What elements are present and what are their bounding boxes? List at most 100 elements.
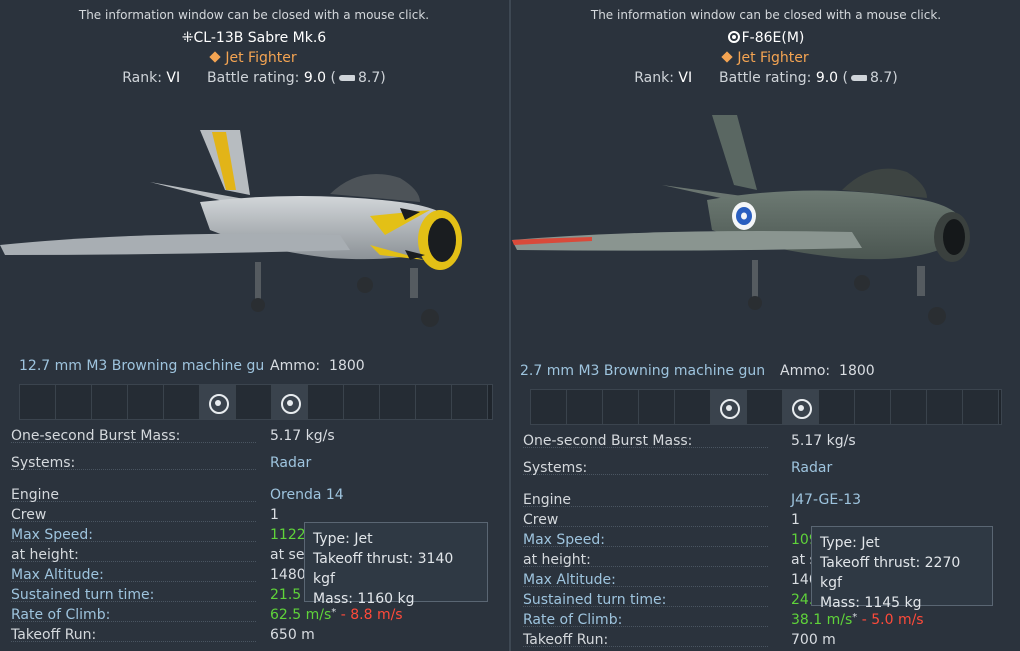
rank-value: VI	[166, 70, 181, 86]
weapon-slot[interactable]	[20, 385, 56, 419]
weapon-slot[interactable]	[747, 390, 783, 424]
close-hint: The information window can be closed wit…	[590, 8, 942, 22]
climb-value: 62.5 m/s	[270, 607, 332, 623]
battle-rating-value: 9.0	[303, 70, 327, 86]
tooltip-mass: Mass: 1145 kg	[820, 595, 922, 611]
aircraft-image	[512, 92, 970, 325]
diamond-icon	[209, 51, 222, 63]
weapon-slot[interactable]	[675, 390, 711, 424]
weapon-name[interactable]: 2.7 mm M3 Browning machine gun	[520, 363, 764, 379]
stat-label: Sustained turn time:	[11, 587, 155, 603]
tooltip-thrust: Takeoff thrust: 3140 kgf	[313, 551, 454, 587]
rank-line: Rank: VI Battle rating: 9.0 (8.7)	[634, 70, 898, 86]
stat-row-engine: Engine J47-GE-13	[523, 492, 1013, 512]
weapon-slot[interactable]	[963, 390, 999, 424]
battle-rating-label: Battle rating:	[207, 70, 300, 86]
tooltip-type: Type: Jet	[820, 535, 880, 551]
tooltip-thrust: Takeoff thrust: 2270 kgf	[820, 555, 961, 591]
stat-label: at height:	[523, 552, 591, 568]
stat-label: Rate of Climb:	[11, 607, 111, 623]
stat-value: 21.5	[270, 587, 302, 603]
weapon-slot[interactable]	[531, 390, 567, 424]
gun-slot-icon[interactable]	[783, 390, 819, 424]
stat-label: at height:	[11, 547, 79, 563]
gun-slot-icon[interactable]	[711, 390, 747, 424]
stat-label: Takeoff Run:	[523, 632, 609, 648]
stat-row-climb: Rate of Climb: 62.5 m/s* - 8.8 m/s	[11, 607, 501, 627]
engine-link[interactable]: Orenda 14	[270, 487, 344, 503]
rank-value: VI	[678, 70, 693, 86]
battle-rating-alt: 8.7	[870, 70, 893, 86]
vehicle-info-panel-right[interactable]: The information window can be closed wit…	[512, 0, 1020, 651]
rank-line: Rank: VI Battle rating: 9.0 (8.7)	[122, 70, 386, 86]
stat-label: Crew	[523, 512, 559, 528]
gun-slot-icon[interactable]	[200, 385, 236, 419]
stat-label: One-second Burst Mass:	[523, 433, 693, 449]
weapon-slot[interactable]	[819, 390, 855, 424]
stat-label: Engine	[523, 492, 571, 508]
stat-row-systems: Systems: Radar	[11, 455, 501, 475]
stat-row-takeoff: Takeoff Run: 700 m	[523, 632, 1013, 651]
vehicle-class: Jet Fighter	[512, 50, 1020, 66]
weapon-slot[interactable]	[308, 385, 344, 419]
weapon-slot[interactable]	[855, 390, 891, 424]
weapon-slot[interactable]	[236, 385, 272, 419]
weapon-slot[interactable]	[927, 390, 963, 424]
ammo-value: 1800	[839, 363, 875, 379]
stat-label: Crew	[11, 507, 47, 523]
engine-tooltip: Type: Jet Takeoff thrust: 3140 kgf Mass:…	[304, 522, 488, 607]
weapon-slot[interactable]	[344, 385, 380, 419]
stat-label: Sustained turn time:	[523, 592, 667, 608]
weapon-slot[interactable]	[452, 385, 488, 419]
rank-label: Rank:	[122, 70, 162, 86]
ammo-label: Ammo:	[780, 363, 831, 379]
stat-value: 1122	[270, 527, 306, 543]
stat-row-burst: One-second Burst Mass: 5.17 kg/s	[523, 433, 1013, 453]
weapon-slot[interactable]	[380, 385, 416, 419]
ammo-label: Ammo:	[270, 358, 321, 374]
tooltip-mass: Mass: 1160 kg	[313, 591, 415, 607]
stat-value: 5.17 kg/s	[270, 428, 335, 444]
plane-icon	[339, 75, 355, 81]
vehicle-class-label: Jet Fighter	[225, 50, 297, 66]
diamond-icon	[721, 51, 734, 63]
stat-value: 1480	[270, 567, 306, 583]
weapon-slot[interactable]	[891, 390, 927, 424]
stat-label: Systems:	[11, 455, 76, 471]
tooltip-type: Type: Jet	[313, 531, 373, 547]
weapon-slot[interactable]	[639, 390, 675, 424]
engine-link[interactable]: J47-GE-13	[791, 492, 861, 508]
weapon-slot[interactable]	[603, 390, 639, 424]
ammo-info: Ammo: 1800	[780, 363, 875, 379]
weapon-slot[interactable]	[56, 385, 92, 419]
stat-label: Systems:	[523, 460, 588, 476]
stat-row-systems: Systems: Radar	[523, 460, 1013, 480]
battle-rating-value: 9.0	[815, 70, 839, 86]
ammo-value: 1800	[329, 358, 365, 374]
stat-value: 5.17 kg/s	[791, 433, 856, 449]
systems-link[interactable]: Radar	[270, 455, 311, 471]
close-hint: The information window can be closed wit…	[78, 8, 430, 22]
gun-slot-icon[interactable]	[272, 385, 308, 419]
weapon-name[interactable]: 12.7 mm M3 Browning machine gun	[19, 358, 263, 374]
weapon-slot[interactable]	[416, 385, 452, 419]
weapon-slot[interactable]	[164, 385, 200, 419]
german-flag	[18, 95, 235, 200]
climb-delta: - 8.8 m/s	[336, 607, 403, 623]
weapon-slot[interactable]	[128, 385, 164, 419]
vehicle-info-panel-left[interactable]: The information window can be closed wit…	[0, 0, 508, 651]
stat-label: Max Speed:	[523, 532, 605, 548]
stat-label: Max Altitude:	[523, 572, 616, 588]
vehicle-title: F-86E(M)	[512, 30, 1020, 46]
weapon-slot-bar	[530, 389, 1002, 425]
weapon-slot[interactable]	[567, 390, 603, 424]
systems-link[interactable]: Radar	[791, 460, 832, 476]
panel-divider	[509, 0, 511, 651]
vehicle-title-text: F-86E(M)	[741, 30, 805, 46]
stat-label: Engine	[11, 487, 59, 503]
stat-label: Rate of Climb:	[523, 612, 623, 628]
vehicle-class: Jet Fighter	[0, 50, 508, 66]
greek-flag	[527, 92, 747, 205]
stat-label: One-second Burst Mass:	[11, 428, 181, 444]
weapon-slot[interactable]	[92, 385, 128, 419]
